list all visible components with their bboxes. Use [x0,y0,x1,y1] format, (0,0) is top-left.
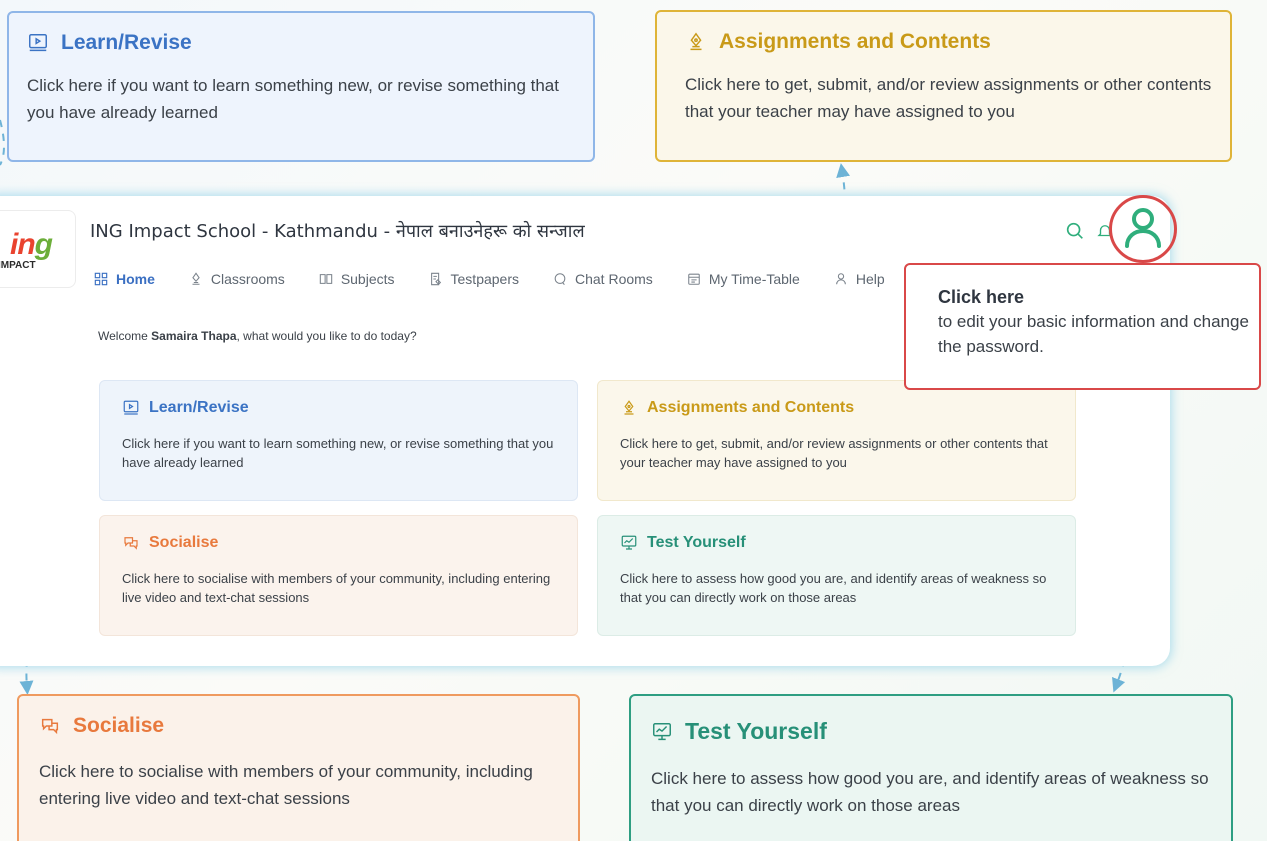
socialise-tile-label: Socialise [149,534,219,551]
nav-item-testpapers[interactable]: Testpapers [429,271,519,287]
help-person-icon [835,273,846,285]
learn-revise-callout-label: Learn/Revise [61,31,192,54]
chat-bubble-icon [554,273,566,286]
socialise-callout-label: Socialise [73,714,165,737]
test-yourself-tile-label: Test Yourself [647,534,746,551]
grid-icon [94,272,108,286]
nav-item-subjects[interactable]: Subjects [319,271,395,287]
assignments-callout[interactable]: Assignments and Contents Click here to g… [655,10,1232,162]
nav-item-help[interactable]: Help [834,271,885,287]
video-player-icon [29,34,47,52]
test-yourself-tile-text: Click here to assess how good you are, a… [620,571,1047,605]
welcome-message: Welcome Samaira Thapa, what would you li… [98,329,417,343]
learn-revise-tile-text: Click here if you want to learn somethin… [122,436,554,470]
assignments-tile[interactable]: Assignments and Contents Click here to g… [597,380,1076,501]
welcome-user-name: Samaira Thapa [151,329,237,343]
learn-revise-callout-title: Learn/Revise [27,31,575,55]
pen-nib-icon [690,32,702,51]
main-nav: Home Classrooms Subjects Testpapers Chat… [94,271,919,287]
user-profile-icon[interactable] [1117,202,1169,254]
monitor-chart-icon [653,722,671,740]
logo-mark: ing [10,228,53,261]
nav-item-chat-rooms[interactable]: Chat Rooms [553,271,653,287]
socialise-callout[interactable]: Socialise Click here to socialise with m… [17,694,580,841]
assignments-callout-title: Assignments and Contents [675,30,1212,54]
document-edit-icon [430,272,441,286]
nav-item-label: Chat Rooms [575,271,653,287]
logo-mark-part2: g [34,228,53,261]
learn-revise-tile-title: Learn/Revise [122,399,557,417]
assignments-tile-text: Click here to get, submit, and/or review… [620,436,1048,470]
assignments-tile-label: Assignments and Contents [647,399,855,416]
tooltip-body: to edit your basic information and chang… [938,312,1249,356]
assignments-callout-label: Assignments and Contents [719,30,991,53]
nav-item-label: Classrooms [210,271,285,287]
learn-revise-tile[interactable]: Learn/Revise Click here if you want to l… [99,380,578,501]
nav-item-label: Testpapers [450,271,519,287]
pen-nib-icon [192,272,200,285]
calendar-icon [688,273,700,285]
monitor-chart-icon [621,535,637,550]
school-title: ING Impact School - Kathmandu - नेपाल बन… [90,221,585,242]
welcome-prefix: Welcome [98,329,152,343]
search-icon[interactable] [1064,220,1086,242]
test-yourself-callout-label: Test Yourself [685,718,827,744]
profile-tooltip: Click here to edit your basic informatio… [904,263,1261,390]
learn-revise-tile-label: Learn/Revise [149,399,249,416]
nav-item-label: My Time-Table [708,271,800,287]
socialise-tile-title: Socialise [122,534,557,552]
nav-item-home[interactable]: Home [94,271,155,287]
logo-subtitle: IMPACT [0,260,36,271]
nav-item-label: Subjects [340,271,395,287]
assignments-tile-title: Assignments and Contents [620,399,1055,417]
test-yourself-tile-title: Test Yourself [620,534,1055,552]
test-yourself-callout[interactable]: Test Yourself Click here to assess how g… [629,694,1233,841]
logo-mark-part1: in [10,228,36,261]
assignments-callout-text: Click here to get, submit, and/or review… [685,75,1212,121]
welcome-suffix: , what would you like to do today? [236,329,417,343]
test-yourself-callout-title: Test Yourself [649,718,1213,745]
test-yourself-tile[interactable]: Test Yourself Click here to assess how g… [597,515,1076,636]
chat-bubbles-icon [124,537,138,550]
pen-nib-icon [624,400,634,415]
learn-revise-callout[interactable]: Learn/Revise Click here if you want to l… [7,11,595,162]
socialise-tile-text: Click here to socialise with members of … [122,571,551,605]
nav-item-label: Home [116,271,155,287]
tooltip-heading: Click here [938,287,1025,307]
learn-revise-callout-text: Click here if you want to learn somethin… [27,76,559,122]
socialise-callout-title: Socialise [37,714,560,738]
socialise-callout-text: Click here to socialise with members of … [39,762,533,808]
video-player-icon [123,400,139,415]
school-logo[interactable]: ing IMPACT [0,210,76,288]
nav-item-time-table[interactable]: My Time-Table [687,271,800,287]
chat-bubbles-icon [41,718,59,735]
nav-item-label: Help [855,271,885,287]
test-yourself-callout-text: Click here to assess how good you are, a… [651,769,1209,815]
socialise-tile[interactable]: Socialise Click here to socialise with m… [99,515,578,636]
book-icon [319,274,333,284]
connector-learn [0,119,5,166]
nav-item-classrooms[interactable]: Classrooms [189,271,285,287]
